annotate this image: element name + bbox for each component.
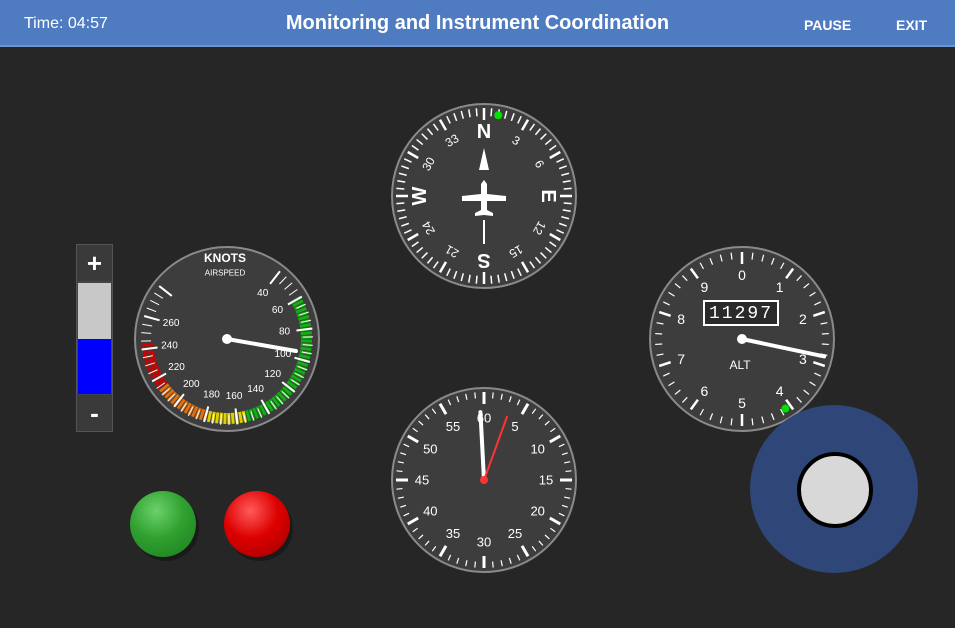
- heading-label: S: [477, 249, 490, 271]
- airspeed-label: 140: [247, 384, 264, 395]
- tick-mark: [490, 275, 493, 284]
- throttle-control[interactable]: + -: [76, 244, 113, 432]
- clock-label: 40: [423, 504, 437, 519]
- tick-mark: [563, 202, 572, 205]
- altitude-bug: [781, 404, 790, 413]
- tick-mark: [396, 187, 405, 190]
- yellow-arc: [238, 411, 243, 424]
- tick-mark: [491, 561, 494, 568]
- red-button[interactable]: [224, 491, 290, 557]
- green-button[interactable]: [130, 491, 196, 557]
- altimeter-label: 1: [776, 279, 784, 295]
- airspeed-label: 180: [203, 389, 220, 400]
- altimeter: 0 1 2 3 4 5 6 7 8 9 11297 ALT: [648, 245, 836, 433]
- airspeed-label: 200: [183, 379, 200, 390]
- tick-mark: [396, 487, 403, 490]
- red-arc: [142, 342, 154, 347]
- airspeed-subtitle: AIRSPEED: [205, 269, 246, 278]
- altimeter-label: 0: [738, 267, 746, 283]
- pause-button[interactable]: PAUSE: [804, 17, 851, 33]
- green-arc: [299, 323, 312, 328]
- red-arc: [142, 350, 155, 355]
- airspeed-label: 60: [272, 305, 284, 316]
- heading-label: E: [537, 189, 559, 202]
- tick-mark: [474, 561, 477, 568]
- clock-gauge: 60 5 10 15 20 25 30 35 40 45 50 55: [390, 386, 578, 574]
- tick-mark: [474, 392, 477, 399]
- clock-label: 50: [423, 442, 437, 457]
- airspeed-label: 120: [264, 369, 281, 380]
- heading-label: N: [477, 121, 491, 143]
- clock-label: 15: [539, 473, 553, 488]
- top-bar: Time: 04:57 Monitoring and Instrument Co…: [0, 0, 955, 47]
- heading-label: W: [409, 186, 431, 205]
- altimeter-label: 8: [677, 311, 685, 327]
- clock-label: 45: [415, 473, 429, 488]
- clock-label: 10: [530, 442, 544, 457]
- airspeed-label: 160: [226, 391, 243, 402]
- tick-mark: [491, 392, 494, 399]
- clock-hub: [480, 476, 488, 484]
- throttle-level-fill: [78, 338, 111, 394]
- airspeed-label: 40: [257, 288, 269, 299]
- airspeed-label: 260: [163, 318, 180, 329]
- airspeed-label: 240: [161, 341, 178, 352]
- green-arc: [300, 331, 312, 336]
- throttle-minus-button[interactable]: -: [77, 395, 112, 431]
- altimeter-label: 7: [677, 351, 685, 367]
- yellow-arc: [215, 412, 220, 424]
- green-arc: [300, 346, 312, 351]
- tick-mark: [396, 470, 403, 473]
- altimeter-label: 6: [700, 383, 708, 399]
- airspeed-title: KNOTS: [204, 251, 246, 265]
- tick-mark: [475, 108, 478, 117]
- tick-mark: [396, 202, 405, 205]
- altimeter-label: 9: [700, 279, 708, 295]
- altimeter-label-alt: ALT: [729, 358, 751, 372]
- heading-indicator: N 3 6 E 12 15 S 21 24 W 30 33: [390, 102, 578, 290]
- airspeed-label: 220: [168, 362, 185, 373]
- needle-hub: [222, 334, 232, 344]
- tick-mark: [475, 275, 478, 284]
- tick-mark: [565, 470, 572, 473]
- clock-label: 30: [477, 535, 491, 550]
- clock-label: 55: [446, 419, 460, 434]
- airspeed-indicator: 40 60 80 100 120 140 160 180 200 220 240 260 KNOTS AI…: [133, 245, 321, 433]
- throttle-track[interactable]: [78, 283, 111, 394]
- altimeter-label: 4: [776, 383, 784, 399]
- clock-label: 25: [508, 526, 522, 541]
- yellow-arc: [230, 412, 235, 424]
- tick-mark: [490, 108, 493, 117]
- heading-bug: [494, 111, 503, 120]
- airspeed-label: 80: [279, 326, 291, 337]
- throttle-plus-button[interactable]: +: [77, 245, 112, 281]
- clock-label: 35: [446, 526, 460, 541]
- tick-mark: [563, 187, 572, 190]
- tick-mark: [565, 487, 572, 490]
- joystick-knob[interactable]: [797, 452, 873, 528]
- needle-hub: [737, 334, 747, 344]
- altimeter-label: 5: [738, 395, 746, 411]
- altitude-readout: 11297: [709, 304, 773, 324]
- clock-label: 5: [511, 419, 518, 434]
- altimeter-label: 2: [799, 311, 807, 327]
- exit-button[interactable]: EXIT: [896, 17, 927, 33]
- clock-label: 20: [530, 504, 544, 519]
